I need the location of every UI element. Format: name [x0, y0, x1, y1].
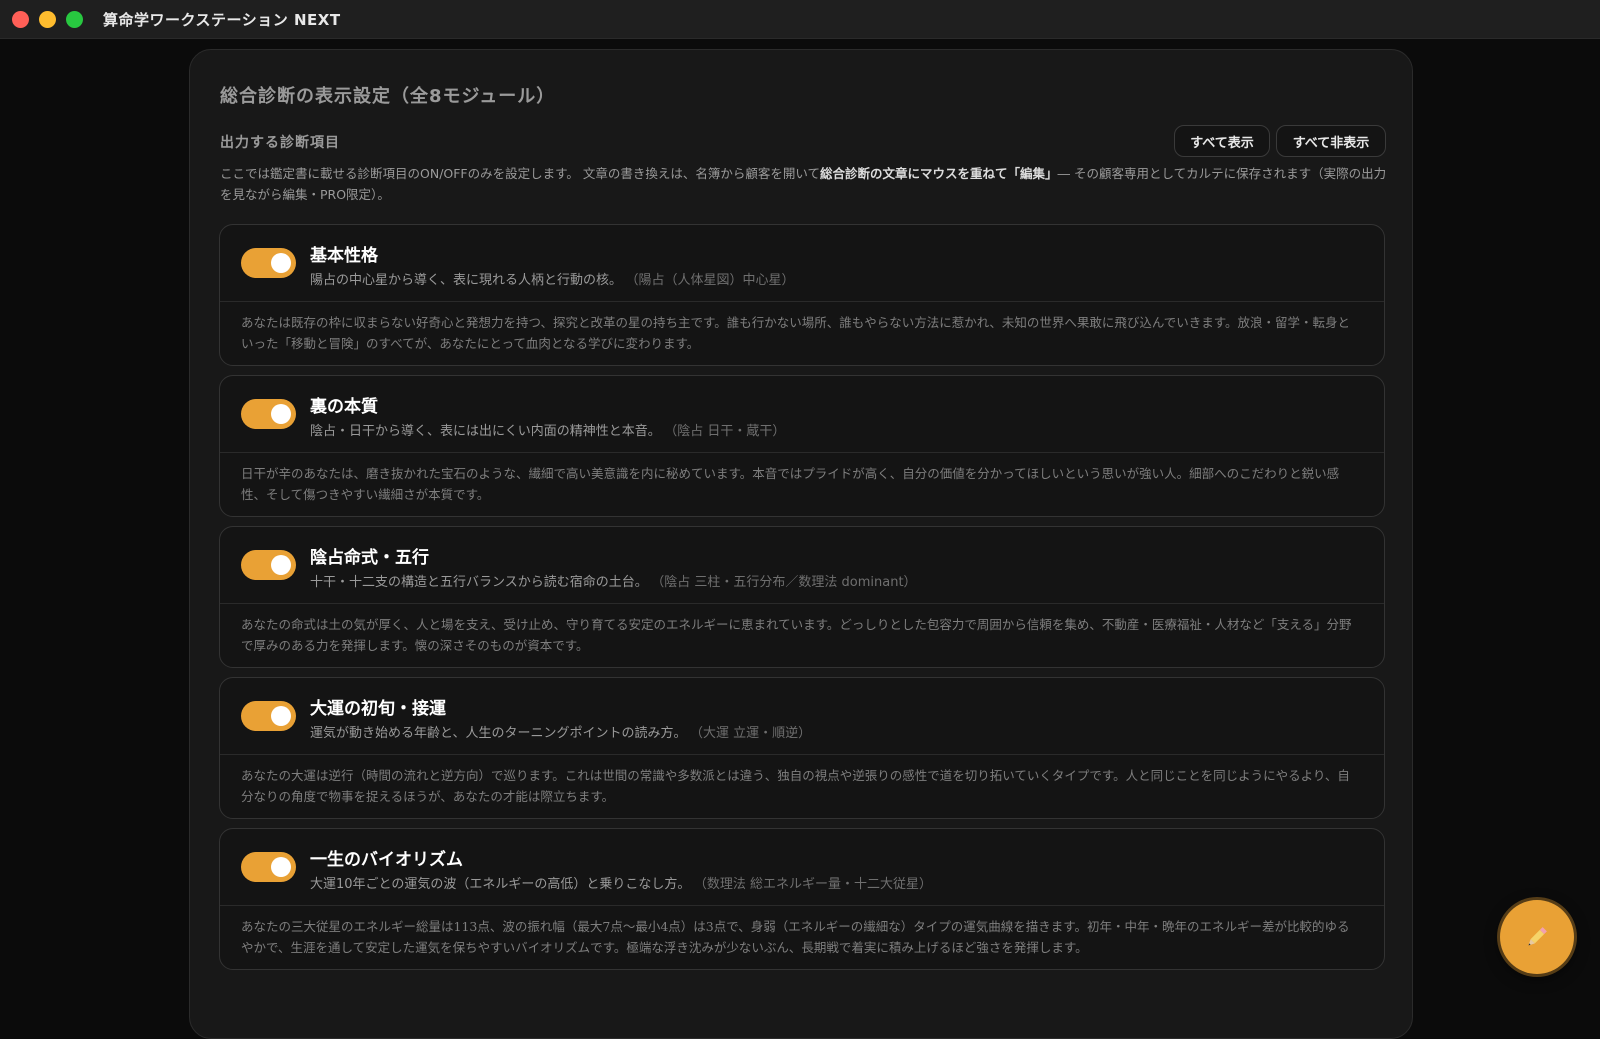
- close-window-button[interactable]: [12, 10, 29, 28]
- card-divider: [220, 301, 1384, 302]
- module-subtitle: 運気が動き始める年齢と、人生のターニングポイントの読み方。 （大運 立運・順逆）: [310, 722, 811, 741]
- zoom-window-button[interactable]: [66, 10, 83, 28]
- display-settings-panel: 総合診断の表示設定（全8モジュール） 出力する診断項目 すべて表示 すべて非表示…: [189, 49, 1413, 1039]
- module-toggle[interactable]: [241, 399, 296, 429]
- module-preview-text: あなたの三大従星のエネルギー総量は113点、波の振れ幅（最大7点〜最小4点）は3…: [241, 919, 1350, 955]
- toggle-knob: [271, 706, 291, 726]
- module-name: 裏の本質: [310, 397, 378, 417]
- module-subtitle-text: 陰占・日干から導く、表には出にくい内面の精神性と本音。: [310, 424, 661, 439]
- pencil-icon: [1528, 927, 1547, 946]
- module-subtitle: 陽占の中心星から導く、表に現れる人柄と行動の核。 （陽占（人体星図）中心星）: [310, 269, 795, 288]
- settings-description: ここでは鑑定書に載せる診断項目のON/OFFのみを設定します。 文章の書き換えは…: [220, 163, 1390, 205]
- module-subtitle: 大運10年ごとの運気の波（エネルギーの高低）と乗りこなし方。 （数理法 総エネルギ…: [310, 873, 932, 892]
- toggle-knob: [271, 555, 291, 575]
- module-card-inner-nature: 裏の本質 陰占・日干から導く、表には出にくい内面の精神性と本音。 （陰占 日干・蔵…: [219, 375, 1385, 517]
- module-preview-text: あなたの命式は土の気が厚く、人と場を支え、受け止め、守り育てる安定のエネルギーに…: [241, 617, 1352, 653]
- module-card-life-biorhythm: 一生のバイオリズム 大運10年ごとの運気の波（エネルギーの高低）と乗りこなし方。…: [219, 828, 1385, 970]
- card-divider: [220, 603, 1384, 604]
- section-label: 出力する診断項目: [220, 135, 340, 151]
- card-divider: [220, 452, 1384, 453]
- description-emphasis: 総合診断の文章にマウスを重ねて「編集」: [819, 166, 1058, 181]
- module-name: 基本性格: [310, 246, 378, 266]
- module-preview-text: 日干が辛のあなたは、磨き抜かれた宝石のような、繊細で高い美意識を内に秘めています…: [241, 466, 1340, 502]
- module-subtitle-text: 大運10年ごとの運気の波（エネルギーの高低）と乗りこなし方。: [310, 877, 691, 892]
- module-name: 陰占命式・五行: [310, 548, 429, 568]
- module-preview-text: あなたの大運は逆行（時間の流れと逆方向）で巡ります。これは世間の常識や多数派とは…: [241, 768, 1350, 804]
- card-divider: [220, 754, 1384, 755]
- module-toggle[interactable]: [241, 550, 296, 580]
- module-card-basic-personality: 基本性格 陽占の中心星から導く、表に現れる人柄と行動の核。 （陽占（人体星図）中心…: [219, 224, 1385, 366]
- module-source: （陽占（人体星図）中心星）: [632, 273, 795, 288]
- toggle-knob: [271, 404, 291, 424]
- module-source: （大運 立運・順逆）: [696, 726, 812, 741]
- toggle-knob: [271, 253, 291, 273]
- card-divider: [220, 905, 1384, 906]
- edit-fab-button[interactable]: [1500, 900, 1574, 974]
- module-toggle[interactable]: [241, 852, 296, 882]
- module-source: （陰占 三柱・五行分布／数理法 dominant）: [657, 575, 917, 590]
- module-subtitle-text: 十干・十二支の構造と五行バランスから読む宿命の土台。: [310, 575, 648, 590]
- module-card-great-fortune: 大運の初旬・接運 運気が動き始める年齢と、人生のターニングポイントの読み方。 （大…: [219, 677, 1385, 819]
- window-controls: [12, 10, 83, 28]
- toggle-knob: [271, 857, 291, 877]
- module-name: 大運の初旬・接運: [310, 699, 446, 719]
- minimize-window-button[interactable]: [39, 10, 56, 28]
- hide-all-button[interactable]: すべて非表示: [1276, 125, 1386, 157]
- module-toggle[interactable]: [241, 248, 296, 278]
- panel-title: 総合診断の表示設定（全8モジュール）: [220, 86, 556, 107]
- module-card-destiny-chart: 陰占命式・五行 十干・十二支の構造と五行バランスから読む宿命の土台。 （陰占 三柱…: [219, 526, 1385, 668]
- module-preview-text: あなたは既存の枠に収まらない好奇心と発想力を持つ、探究と改革の星の持ち主です。誰…: [241, 315, 1351, 351]
- module-subtitle: 陰占・日干から導く、表には出にくい内面の精神性と本音。 （陰占 日干・蔵干）: [310, 420, 785, 439]
- show-all-button[interactable]: すべて表示: [1174, 125, 1270, 157]
- module-name: 一生のバイオリズム: [310, 850, 463, 870]
- title-bar: 算命学ワークステーション NEXT: [0, 0, 1600, 39]
- module-subtitle-text: 運気が動き始める年齢と、人生のターニングポイントの読み方。: [310, 726, 687, 741]
- module-toggle[interactable]: [241, 701, 296, 731]
- module-source: （陰占 日干・蔵干）: [670, 424, 786, 439]
- module-subtitle: 十干・十二支の構造と五行バランスから読む宿命の土台。 （陰占 三柱・五行分布／数理…: [310, 571, 917, 590]
- app-title: 算命学ワークステーション NEXT: [103, 10, 341, 29]
- module-source: （数理法 総エネルギー量・十二大従星）: [700, 877, 933, 892]
- description-text: ここでは鑑定書に載せる診断項目のON/OFFのみを設定します。 文章の書き換えは…: [220, 166, 820, 181]
- module-subtitle-text: 陽占の中心星から導く、表に現れる人柄と行動の核。: [310, 273, 623, 288]
